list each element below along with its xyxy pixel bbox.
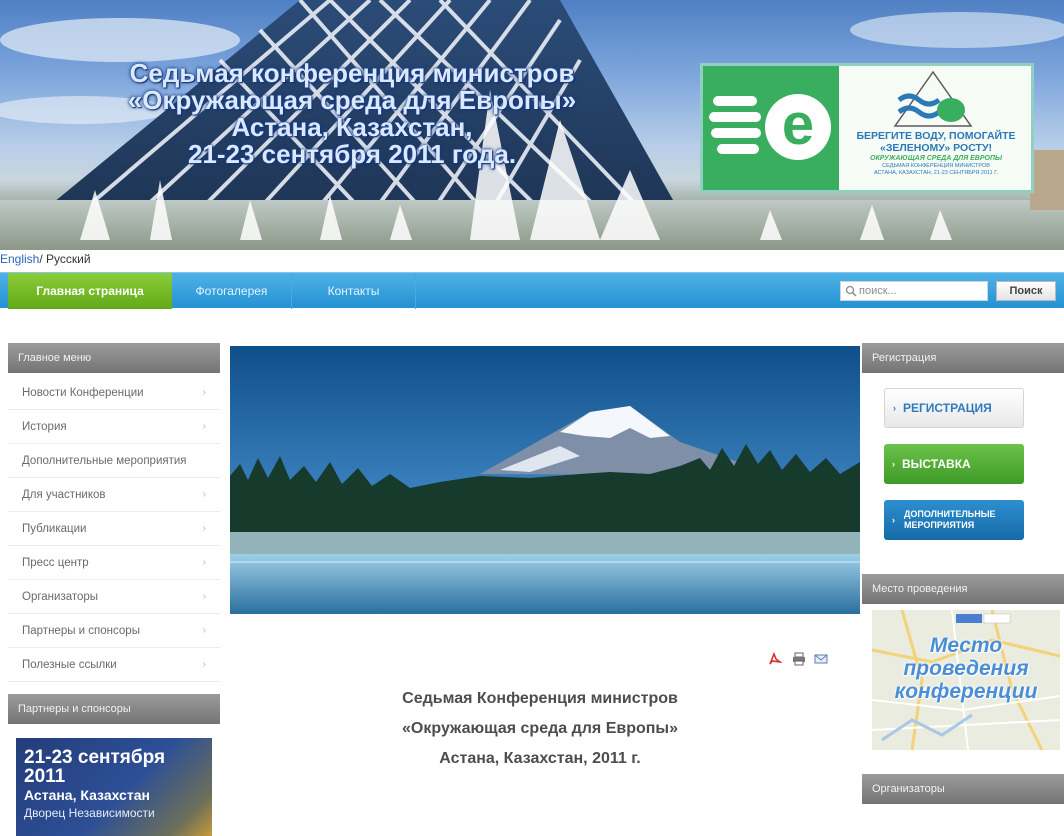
pdf-icon[interactable] bbox=[768, 651, 783, 666]
article-title: Седьмая Конференция министров «Окружающа… bbox=[330, 684, 750, 774]
search-button[interactable]: Поиск bbox=[996, 281, 1056, 301]
print-icon[interactable] bbox=[792, 652, 806, 666]
menu-item-label: Новости Конференции bbox=[22, 387, 144, 399]
partners-banner-city: Астана, Казахстан bbox=[24, 787, 150, 803]
header-banner: Седьмая конференция министров «Окружающа… bbox=[0, 0, 1064, 250]
venue-header: Место проведения bbox=[862, 574, 1064, 604]
exhibition-button[interactable]: › ВЫСТАВКА bbox=[884, 444, 1024, 484]
venue-map-caption: Место проведения конференции bbox=[872, 634, 1060, 703]
venue-map-caption-line: проведения bbox=[903, 657, 1029, 680]
logo-subtitle: АСТАНА, КАЗАХСТАН, 21-23 СЕНТЯБРЯ 2011 Г… bbox=[873, 170, 999, 176]
banner-title-line: Седьмая конференция министров bbox=[129, 58, 575, 88]
side-events-button[interactable]: › ДОПОЛНИТЕЛЬНЫЕ МЕРОПРИЯТИЯ bbox=[884, 500, 1024, 540]
menu-item-useful-links[interactable]: Полезные ссылки › bbox=[8, 648, 220, 682]
logo-green-panel: e bbox=[703, 66, 839, 190]
chevron-right-icon: › bbox=[202, 523, 206, 534]
menu-item-label: Полезные ссылки bbox=[22, 659, 117, 671]
banner-title-line: «Окружающая среда для Европы» bbox=[127, 85, 577, 115]
partners-banner-venue: Дворец Независимости bbox=[24, 806, 155, 820]
menu-item-news[interactable]: Новости Конференции › bbox=[8, 376, 220, 410]
partners-header: Партнеры и спонсоры bbox=[8, 694, 220, 724]
chevron-right-icon: › bbox=[202, 557, 206, 568]
menu-item-press-center[interactable]: Пресс центр › bbox=[8, 546, 220, 580]
language-switcher: English/ Русский bbox=[0, 252, 91, 266]
registration-button[interactable]: › РЕГИСТРАЦИЯ bbox=[884, 388, 1024, 428]
environment-for-europe-logo: e БЕРЕГИТЕ ВОДУ, ПОМОГАЙТЕ «ЗЕЛЕНОМУ» РО… bbox=[700, 63, 1034, 193]
article-title-line: Астана, Казахстан, 2011 г. bbox=[439, 750, 641, 767]
banner-title-line: Астана, Казахстан, bbox=[231, 112, 473, 142]
side-events-button-label: МЕРОПРИЯТИЯ bbox=[904, 520, 975, 530]
lang-russian-link[interactable]: Русский bbox=[46, 252, 91, 266]
banner-title: Седьмая конференция министров «Окружающа… bbox=[112, 60, 592, 168]
partners-banner[interactable]: 21-23 сентября 2011 Астана, Казахстан Дв… bbox=[16, 738, 212, 836]
menu-item-label: Для участников bbox=[22, 489, 106, 501]
chevron-right-icon: › bbox=[202, 387, 206, 398]
registration-header: Регистрация bbox=[862, 343, 1064, 373]
menu-item-side-events[interactable]: Дополнительные мероприятия bbox=[8, 444, 220, 478]
menu-item-history[interactable]: История › bbox=[8, 410, 220, 444]
logo-subtitle: ОКРУЖАЮЩАЯ СРЕДА ДЛЯ ЕВРОПЫ bbox=[870, 155, 1002, 162]
main-menu-header: Главное меню bbox=[8, 343, 220, 373]
banner-title-line: 21-23 сентября 2011 года. bbox=[187, 139, 517, 169]
menu-item-organizers[interactable]: Организаторы › bbox=[8, 580, 220, 614]
article-title-line: Седьмая Конференция министров bbox=[402, 690, 678, 707]
menu-item-publications[interactable]: Публикации › bbox=[8, 512, 220, 546]
menu-item-participants[interactable]: Для участников › bbox=[8, 478, 220, 512]
menu-item-label: Публикации bbox=[22, 523, 87, 535]
exhibition-button-label: ВЫСТАВКА bbox=[902, 457, 971, 471]
organizers-header: Организаторы bbox=[862, 774, 1064, 804]
menu-item-label: Пресс центр bbox=[22, 557, 89, 569]
main-menu: Новости Конференции › История › Дополнител… bbox=[8, 376, 220, 682]
chevron-right-icon: › bbox=[202, 625, 206, 636]
main-navigation: Главная страница Фотогалерея Контакты по… bbox=[0, 272, 1064, 309]
logo-slogan: БЕРЕГИТЕ ВОДУ, ПОМОГАЙТЕ «ЗЕЛЕНОМУ» РОСТ… bbox=[843, 130, 1029, 177]
menu-item-label: Партнеры и спонсоры bbox=[22, 625, 140, 637]
logo-slogan-line: «ЗЕЛЕНОМУ» РОСТУ! bbox=[880, 142, 992, 154]
logo-letter: e bbox=[765, 94, 831, 160]
logo-subtitle: СЕДЬМАЯ КОНФЕРЕНЦИЯ МИНИСТРОВ bbox=[882, 163, 990, 169]
partners-banner-year: 2011 bbox=[24, 766, 66, 787]
search-icon bbox=[845, 285, 857, 297]
nav-contacts[interactable]: Контакты bbox=[292, 273, 416, 309]
chevron-right-icon: › bbox=[202, 489, 206, 500]
nav-photo-gallery[interactable]: Фотогалерея bbox=[172, 273, 292, 309]
venue-map-caption-line: конференции bbox=[894, 680, 1038, 703]
logo-slogan-line: БЕРЕГИТЕ ВОДУ, ПОМОГАЙТЕ bbox=[856, 130, 1016, 142]
menu-item-label: История bbox=[22, 421, 67, 433]
mountain-lake-image bbox=[230, 346, 860, 614]
side-events-button-label: ДОПОЛНИТЕЛЬНЫЕ bbox=[904, 509, 996, 519]
hero-landscape-image bbox=[230, 346, 860, 614]
arrow-right-icon: › bbox=[892, 515, 895, 525]
arrow-right-icon: › bbox=[892, 459, 895, 469]
menu-item-label: Дополнительные мероприятия bbox=[22, 455, 187, 467]
chevron-right-icon: › bbox=[202, 421, 206, 432]
article-title-line: «Окружающая среда для Европы» bbox=[402, 720, 678, 737]
venue-map[interactable]: Место проведения конференции bbox=[872, 610, 1060, 750]
partners-banner-dates: 21-23 сентября bbox=[24, 747, 166, 768]
lang-english-link[interactable]: English bbox=[0, 252, 39, 266]
menu-item-label: Организаторы bbox=[22, 591, 99, 603]
water-leaf-emblem-icon bbox=[893, 70, 973, 127]
chevron-right-icon: › bbox=[202, 591, 206, 602]
chevron-right-icon: › bbox=[202, 659, 206, 670]
venue-map-caption-line: Место bbox=[929, 634, 1003, 657]
email-icon[interactable] bbox=[814, 652, 828, 666]
arrow-right-icon: › bbox=[893, 403, 896, 413]
hand-icon bbox=[709, 96, 761, 154]
nav-home[interactable]: Главная страница bbox=[8, 273, 172, 309]
search-input[interactable]: поиск... bbox=[840, 281, 988, 301]
menu-item-partners[interactable]: Партнеры и спонсоры › bbox=[8, 614, 220, 648]
registration-button-label: РЕГИСТРАЦИЯ bbox=[903, 401, 992, 415]
